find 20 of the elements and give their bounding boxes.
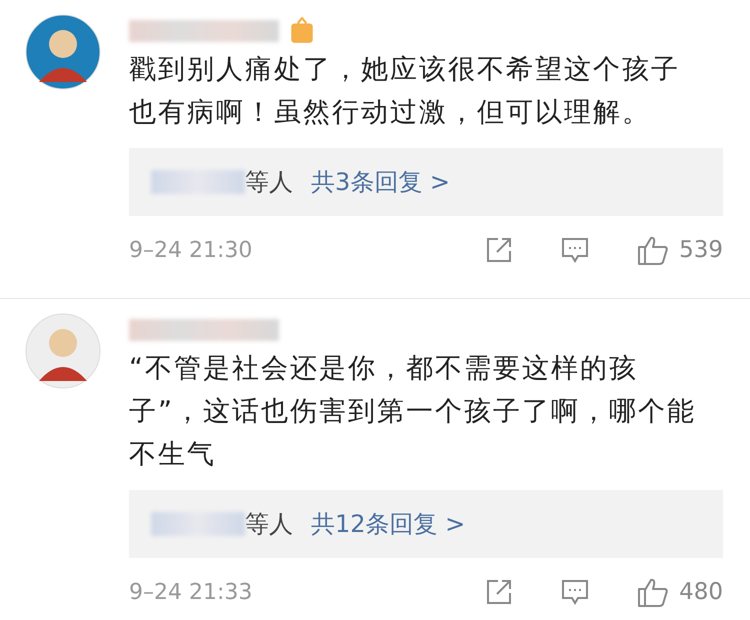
comment-icon[interactable] xyxy=(561,578,590,606)
thumbs-up-icon[interactable] xyxy=(637,576,670,608)
thumbs-up-icon[interactable] xyxy=(637,234,670,266)
like-count: 480 xyxy=(679,579,723,605)
replies-link[interactable]: 共12条回复 > xyxy=(311,508,466,540)
share-icon[interactable] xyxy=(485,578,514,606)
timestamp: 9–24 21:33 xyxy=(129,580,252,604)
share-icon[interactable] xyxy=(485,236,514,264)
comment-text: “不管是社会还是你，都不需要这样的孩子”，这话也伤害到第一个孩子了啊，哪个能不生气 xyxy=(129,352,697,472)
comment-icon[interactable] xyxy=(561,236,590,264)
comment-text: 戳到别人痛处了，她应该很不希望这个孩子也有病啊！虽然行动过激，但可以理解。 xyxy=(129,53,681,130)
avatar[interactable] xyxy=(25,313,101,389)
timestamp: 9–24 21:30 xyxy=(129,238,252,262)
replies-link[interactable]: 共3条回复 > xyxy=(311,166,450,198)
replies-panel[interactable]: 等人 共12条回复 > xyxy=(129,490,723,558)
replies-panel[interactable]: 等人 共3条回复 > xyxy=(129,148,723,216)
like-count: 539 xyxy=(679,237,723,263)
avatar[interactable] xyxy=(25,14,101,90)
replies-label: 等人 xyxy=(245,509,293,540)
replies-label: 等人 xyxy=(245,167,293,198)
